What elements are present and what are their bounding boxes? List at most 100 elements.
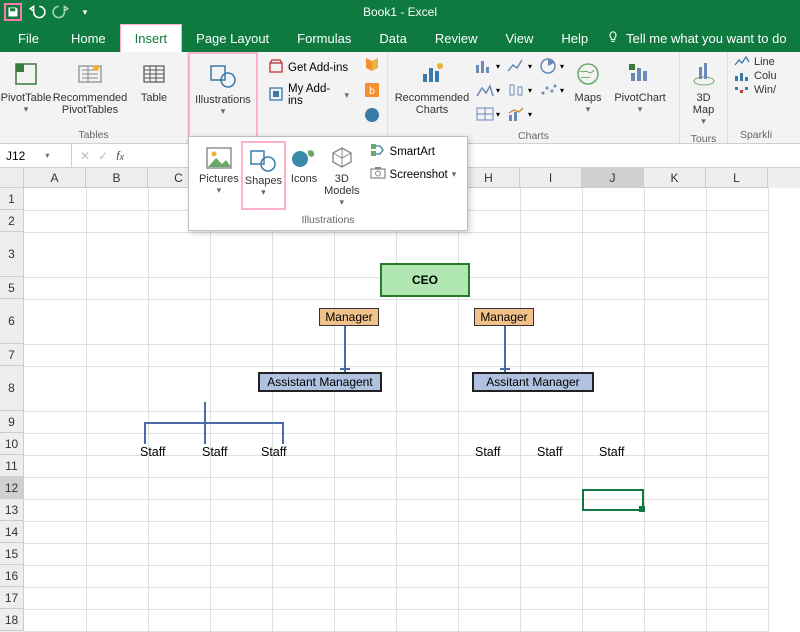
cell[interactable] (582, 565, 644, 587)
cell[interactable] (520, 587, 582, 609)
cell[interactable] (644, 366, 706, 411)
cell[interactable] (458, 477, 520, 499)
cell[interactable] (396, 433, 458, 455)
cell[interactable] (272, 477, 334, 499)
row-header[interactable]: 14 (0, 521, 24, 543)
cell[interactable] (24, 521, 86, 543)
cell[interactable] (86, 565, 148, 587)
cell[interactable] (148, 344, 210, 366)
cell[interactable] (210, 543, 272, 565)
cell[interactable] (24, 366, 86, 411)
cell[interactable] (148, 543, 210, 565)
visio-icon[interactable] (363, 106, 381, 129)
cell[interactable] (396, 411, 458, 433)
col-header[interactable]: B (86, 168, 148, 188)
cell[interactable] (24, 299, 86, 344)
line-chart-icon[interactable]: ▾ (506, 56, 532, 76)
manager-box-2[interactable]: Manager (474, 308, 534, 326)
cell[interactable] (396, 543, 458, 565)
row-header[interactable]: 17 (0, 587, 24, 609)
qat-redo-button[interactable] (52, 3, 70, 21)
sparkline-column-button[interactable]: Colu (734, 70, 777, 82)
row-header[interactable]: 11 (0, 455, 24, 477)
bar-chart-icon[interactable]: ▾ (474, 56, 500, 76)
cell[interactable] (148, 299, 210, 344)
cell[interactable] (458, 587, 520, 609)
cell[interactable] (272, 277, 334, 299)
cell[interactable] (520, 499, 582, 521)
cell[interactable] (582, 188, 644, 210)
cell[interactable] (86, 277, 148, 299)
cell[interactable] (24, 210, 86, 232)
waterfall-chart-icon[interactable]: ▾ (474, 104, 500, 124)
cell[interactable] (582, 587, 644, 609)
tab-formulas[interactable]: Formulas (283, 24, 365, 52)
cell[interactable] (86, 521, 148, 543)
cell[interactable] (24, 188, 86, 210)
select-all-button[interactable] (0, 168, 24, 188)
cell[interactable] (644, 587, 706, 609)
qat-save-button[interactable] (4, 3, 22, 21)
cell[interactable] (582, 543, 644, 565)
cell[interactable] (644, 521, 706, 543)
cell[interactable] (582, 344, 644, 366)
my-addins-button[interactable]: My Add-ins ▾ (264, 81, 353, 109)
cell[interactable] (24, 609, 86, 631)
cell[interactable] (148, 499, 210, 521)
row-header[interactable]: 10 (0, 433, 24, 455)
cell[interactable] (148, 609, 210, 631)
cell[interactable] (148, 565, 210, 587)
cell[interactable] (210, 521, 272, 543)
tab-view[interactable]: View (491, 24, 547, 52)
cell[interactable] (520, 521, 582, 543)
cell[interactable] (458, 344, 520, 366)
cell[interactable] (272, 499, 334, 521)
tab-review[interactable]: Review (421, 24, 492, 52)
cell[interactable] (520, 344, 582, 366)
cell[interactable] (86, 499, 148, 521)
cell[interactable] (520, 277, 582, 299)
row-header[interactable]: 15 (0, 543, 24, 565)
get-addins-button[interactable]: Get Add-ins (264, 56, 353, 79)
bing-maps-icon[interactable] (363, 56, 381, 79)
cell[interactable] (86, 299, 148, 344)
cell[interactable] (706, 299, 768, 344)
row-header[interactable]: 8 (0, 366, 24, 411)
cell[interactable] (210, 232, 272, 277)
shapes-button[interactable]: Shapes▾ (241, 141, 286, 210)
cell[interactable] (706, 188, 768, 210)
cell[interactable] (644, 565, 706, 587)
table-button[interactable]: Table (134, 56, 174, 104)
cell[interactable] (582, 210, 644, 232)
cell[interactable] (644, 277, 706, 299)
cell[interactable] (644, 433, 706, 455)
cell[interactable] (148, 277, 210, 299)
assistant-manager-box-2[interactable]: Assitant Manager (472, 372, 594, 392)
cell[interactable] (458, 521, 520, 543)
cell[interactable] (210, 299, 272, 344)
cell[interactable] (520, 188, 582, 210)
cell[interactable] (334, 455, 396, 477)
cell[interactable] (644, 411, 706, 433)
cell[interactable] (148, 521, 210, 543)
row-header[interactable]: 18 (0, 609, 24, 631)
row-header[interactable]: 1 (0, 188, 24, 210)
illustrations-button[interactable]: Illustrations ▾ (193, 58, 253, 117)
cell[interactable] (706, 433, 768, 455)
cell[interactable] (86, 344, 148, 366)
cell[interactable] (706, 411, 768, 433)
cell[interactable] (24, 565, 86, 587)
tab-pagelayout[interactable]: Page Layout (182, 24, 283, 52)
cell[interactable] (24, 344, 86, 366)
cell[interactable] (210, 277, 272, 299)
cell[interactable] (582, 299, 644, 344)
smartart-button[interactable]: SmartArt (366, 141, 461, 162)
cell[interactable] (334, 565, 396, 587)
screenshot-button[interactable]: Screenshot ▾ (366, 164, 461, 185)
cell[interactable] (86, 411, 148, 433)
cell[interactable] (706, 565, 768, 587)
pictures-button[interactable]: Pictures▾ (197, 141, 241, 210)
cell[interactable] (24, 477, 86, 499)
cell[interactable] (86, 366, 148, 411)
cell[interactable] (210, 609, 272, 631)
